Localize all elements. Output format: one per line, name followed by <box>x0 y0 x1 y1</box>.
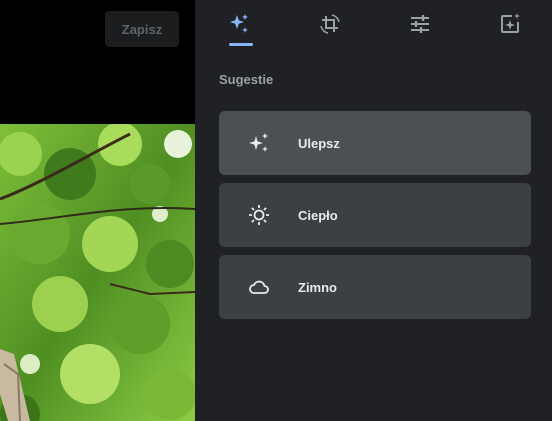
suggestion-label: Ulepsz <box>298 135 340 151</box>
active-tab-indicator <box>229 43 253 46</box>
suggestions-title: Sugestie <box>219 72 274 87</box>
cloud-icon <box>247 275 271 299</box>
save-button[interactable]: Zapisz <box>105 11 179 47</box>
suggestion-cool[interactable]: Zimno <box>219 255 531 319</box>
sun-icon <box>247 203 271 227</box>
photo-editor: Zapisz Sugestie Ulepsz Ciepło Zimno <box>0 0 552 421</box>
suggestion-warm[interactable]: Ciepło <box>219 183 531 247</box>
tab-filters[interactable] <box>490 6 530 42</box>
suggestion-label: Zimno <box>298 279 337 295</box>
edit-panel: Sugestie Ulepsz Ciepło Zimno <box>195 0 552 421</box>
sparkle-icon <box>247 131 271 155</box>
tool-tabs <box>195 0 552 48</box>
sparkle-icon <box>230 14 248 33</box>
suggestion-enhance[interactable]: Ulepsz <box>219 111 531 175</box>
tab-crop-rotate[interactable] <box>310 6 350 42</box>
tab-suggestions[interactable] <box>219 6 259 46</box>
image-canvas: Zapisz <box>0 0 195 421</box>
image-sparkle-icon <box>501 13 520 33</box>
tab-adjust[interactable] <box>400 6 440 42</box>
sliders-icon <box>411 15 429 33</box>
photo-preview <box>0 124 195 421</box>
suggestion-label: Ciepło <box>298 207 338 223</box>
crop-rotate-icon <box>320 14 340 34</box>
